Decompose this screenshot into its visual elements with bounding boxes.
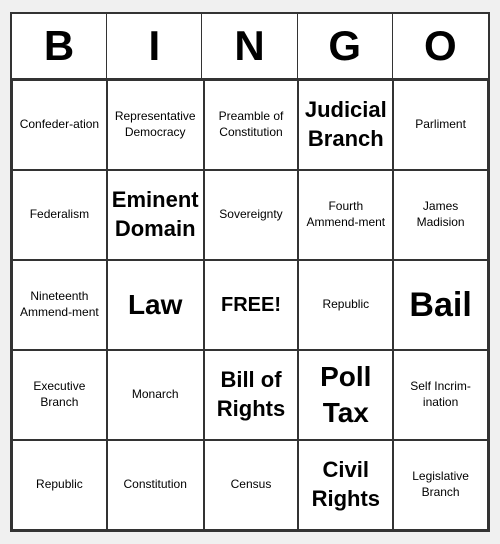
bingo-cell-1: Representative Democracy [107, 80, 204, 170]
bingo-grid: Confeder-ationRepresentative DemocracyPr… [12, 80, 488, 530]
bingo-cell-12: FREE! [204, 260, 299, 350]
bingo-cell-5: Federalism [12, 170, 107, 260]
bingo-letter-b: B [12, 14, 107, 78]
bingo-cell-3: Judicial Branch [298, 80, 393, 170]
bingo-cell-13: Republic [298, 260, 393, 350]
bingo-cell-2: Preamble of Constitution [204, 80, 299, 170]
bingo-cell-17: Bill of Rights [204, 350, 299, 440]
bingo-cell-18: Poll Tax [298, 350, 393, 440]
bingo-letter-g: G [298, 14, 393, 78]
bingo-cell-24: Legislative Branch [393, 440, 488, 530]
bingo-letter-n: N [202, 14, 297, 78]
bingo-letter-i: I [107, 14, 202, 78]
bingo-cell-22: Census [204, 440, 299, 530]
bingo-cell-4: Parliment [393, 80, 488, 170]
bingo-letter-o: O [393, 14, 488, 78]
bingo-cell-7: Sovereignty [204, 170, 299, 260]
bingo-cell-21: Constitution [107, 440, 204, 530]
bingo-cell-8: Fourth Ammend-ment [298, 170, 393, 260]
bingo-cell-19: Self Incrim-ination [393, 350, 488, 440]
bingo-cell-16: Monarch [107, 350, 204, 440]
bingo-cell-10: Nineteenth Ammend-ment [12, 260, 107, 350]
bingo-cell-14: Bail [393, 260, 488, 350]
bingo-cell-6: Eminent Domain [107, 170, 204, 260]
bingo-cell-11: Law [107, 260, 204, 350]
bingo-cell-23: Civil Rights [298, 440, 393, 530]
bingo-cell-0: Confeder-ation [12, 80, 107, 170]
bingo-card: BINGO Confeder-ationRepresentative Democ… [10, 12, 490, 532]
bingo-cell-20: Republic [12, 440, 107, 530]
bingo-header: BINGO [12, 14, 488, 80]
bingo-cell-9: James Madision [393, 170, 488, 260]
bingo-cell-15: Executive Branch [12, 350, 107, 440]
